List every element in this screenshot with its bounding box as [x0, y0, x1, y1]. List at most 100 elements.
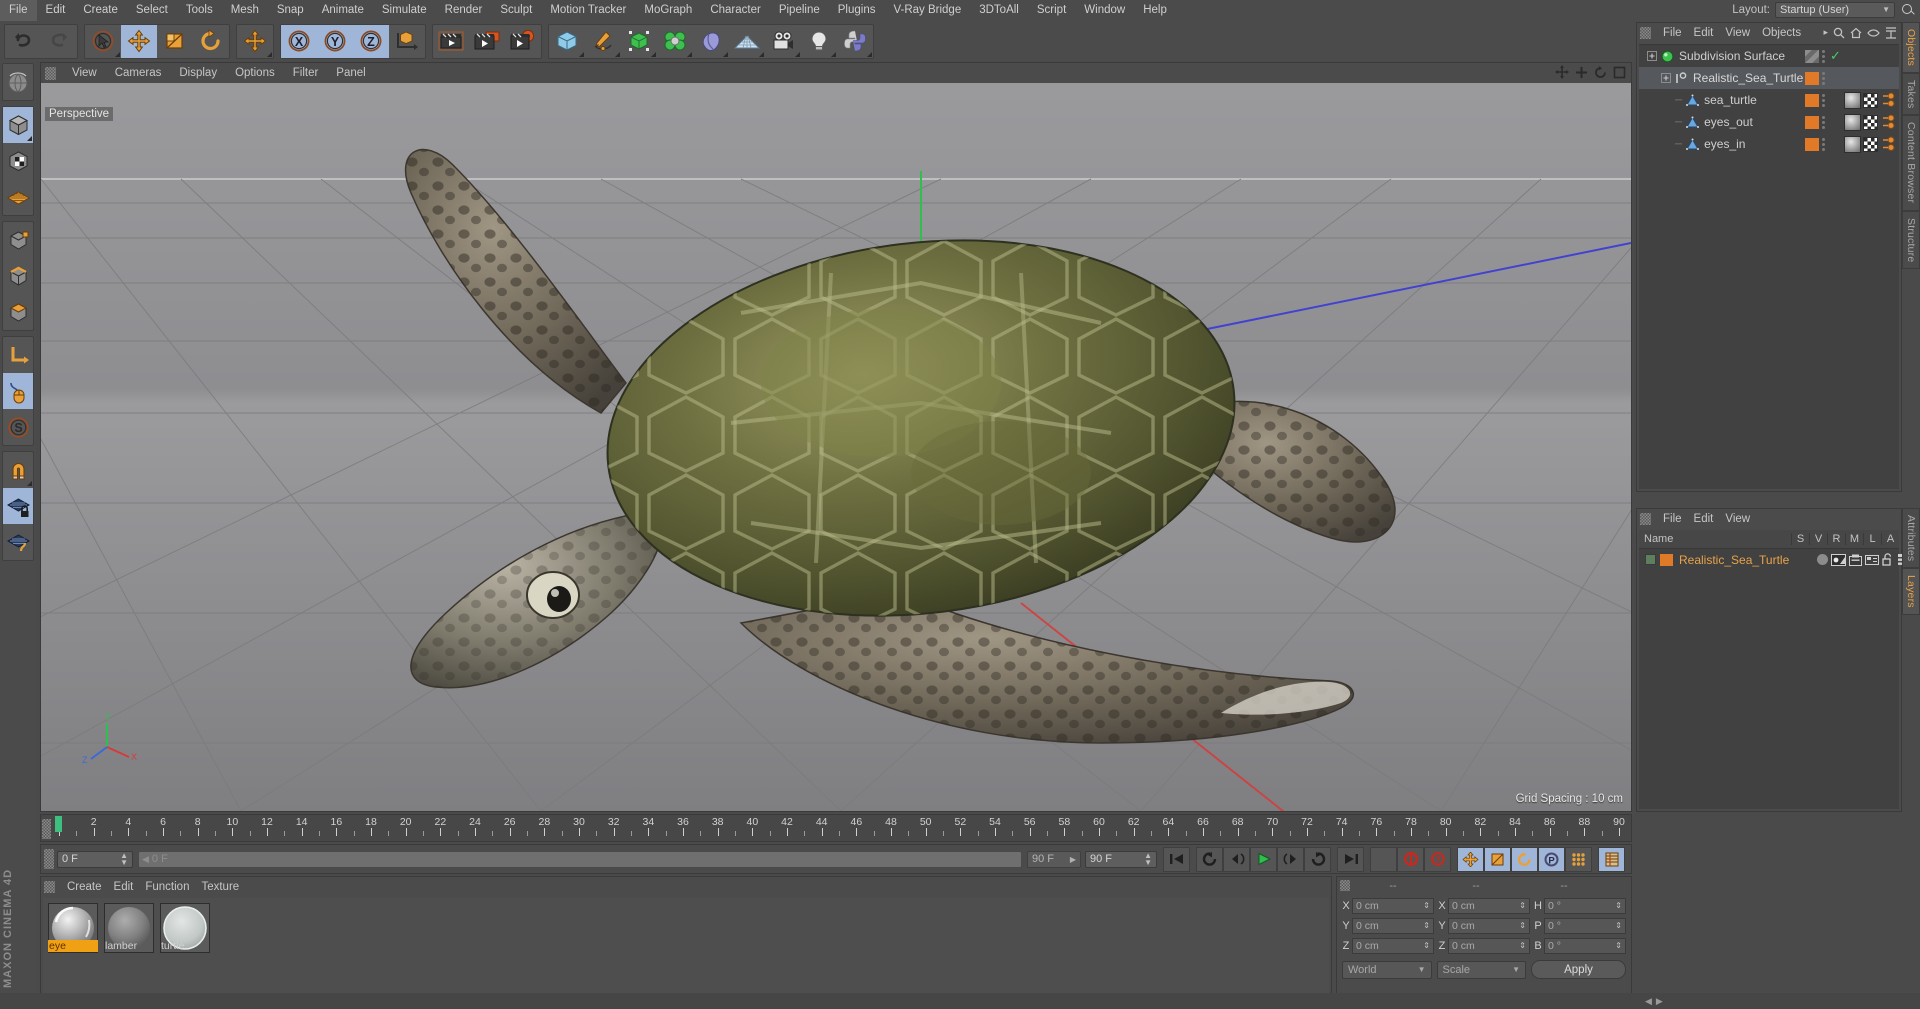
spinner-icon[interactable]: ⇕: [1519, 922, 1526, 930]
go-to-start-button[interactable]: [1163, 846, 1190, 872]
object-list[interactable]: Subdivision Surface ✓ Realistic_Sea_Turt…: [1639, 44, 1899, 489]
tool-options-corner[interactable]: [831, 51, 836, 57]
tool-options-corner[interactable]: [579, 51, 584, 57]
preview-range-end[interactable]: 90 F ▶: [1027, 850, 1081, 868]
undo-view-button[interactable]: [3, 64, 33, 100]
object-row-subdivision-surface[interactable]: Subdivision Surface ✓: [1639, 45, 1899, 67]
rotate-icon[interactable]: [1594, 65, 1607, 79]
texture-tag[interactable]: [1844, 135, 1861, 153]
rotation-h-field[interactable]: 0 ° ⇕: [1544, 897, 1626, 914]
tool-options-corner[interactable]: [115, 51, 120, 57]
spinner-icon[interactable]: ⇕: [1519, 902, 1526, 910]
lock-x-axis[interactable]: X: [281, 24, 317, 58]
add-cube-button[interactable]: [549, 25, 585, 58]
uvw-tag[interactable]: [1863, 136, 1878, 152]
object-dots-icon[interactable]: [1822, 93, 1825, 107]
workplane-align-button[interactable]: [3, 524, 33, 560]
menu-item-window[interactable]: Window: [1075, 0, 1134, 21]
autokeying-button[interactable]: [1397, 846, 1424, 872]
current-frame-field[interactable]: 0 F ▲ ▼: [57, 850, 133, 868]
maximize-icon[interactable]: [1613, 66, 1626, 79]
scrub-handle-icon[interactable]: ◀: [142, 854, 149, 865]
tool-options-corner[interactable]: [867, 51, 872, 57]
magnet-tool-button[interactable]: [3, 452, 33, 488]
workplane-lock-button[interactable]: [3, 488, 33, 524]
timeline-scrub-track[interactable]: ◀ 0 F: [138, 850, 1022, 868]
model-mode-button[interactable]: [3, 107, 33, 143]
render-view-button[interactable]: [433, 25, 469, 58]
tab-content-browser[interactable]: Content Browser: [1902, 115, 1920, 211]
object-color-chip[interactable]: [1805, 137, 1819, 151]
position-key-button[interactable]: [1457, 846, 1484, 872]
panel-grip-icon[interactable]: [45, 66, 56, 80]
viewport-menu-panel[interactable]: Panel: [327, 67, 374, 79]
layer-color-chip[interactable]: [1660, 553, 1673, 566]
menu-item-pipeline[interactable]: Pipeline: [770, 0, 829, 21]
viewport-menu-filter[interactable]: Filter: [284, 67, 328, 79]
object-color-chip[interactable]: [1805, 93, 1819, 107]
spinner-icon[interactable]: ⇕: [1615, 902, 1622, 910]
layout-icon[interactable]: [1885, 26, 1897, 39]
menu-item-select[interactable]: Select: [127, 0, 177, 21]
render-to-picture-viewer-button[interactable]: [469, 25, 505, 58]
objmgr-menu-view[interactable]: View: [1719, 27, 1756, 39]
menu-item-animate[interactable]: Animate: [313, 0, 373, 21]
undo-button[interactable]: [5, 25, 41, 58]
object-dots-icon[interactable]: [1822, 49, 1825, 63]
home-icon[interactable]: [1850, 27, 1862, 39]
edge-mode-button[interactable]: [3, 258, 33, 294]
viewport-menu-display[interactable]: Display: [170, 67, 226, 79]
uvw-tag[interactable]: [1863, 92, 1878, 108]
menu-item-plugins[interactable]: Plugins: [829, 0, 885, 21]
point-level-animation-button[interactable]: [1565, 846, 1592, 872]
lock-z-axis[interactable]: Z: [353, 24, 389, 58]
play-small-icon[interactable]: ▶: [1070, 855, 1076, 864]
spinner-icon[interactable]: ⇕: [1519, 942, 1526, 950]
spinner-icon[interactable]: ⇕: [1615, 922, 1622, 930]
status-scroll-left-icon[interactable]: ◀: [1645, 996, 1652, 1007]
world-axis-move-tool[interactable]: [237, 25, 273, 58]
object-dots-icon[interactable]: [1822, 71, 1825, 85]
panel-grip-icon[interactable]: [42, 819, 51, 839]
record-active-objects-button[interactable]: [1370, 846, 1397, 872]
spinner-icon[interactable]: ⇕: [1423, 942, 1430, 950]
scale-key-button[interactable]: [1484, 846, 1511, 872]
layer-expand-icon[interactable]: [1645, 554, 1656, 565]
object-row-eyes-out[interactable]: ─ eyes_out: [1639, 111, 1899, 133]
texture-tag[interactable]: [1844, 113, 1861, 131]
search-icon[interactable]: [1900, 2, 1916, 18]
tool-options-corner[interactable]: [651, 51, 656, 57]
lock-y-axis[interactable]: Y: [317, 24, 353, 58]
expand-toggle-icon[interactable]: [1661, 73, 1671, 83]
menu-item-script[interactable]: Script: [1028, 0, 1075, 21]
object-row-eyes-in[interactable]: ─ eyes_in: [1639, 133, 1899, 155]
live-selection-tool[interactable]: [85, 25, 121, 58]
rotate-tool[interactable]: [193, 25, 229, 58]
matmgr-menu-texture[interactable]: Texture: [195, 881, 245, 893]
menu-item-file[interactable]: File: [0, 0, 37, 21]
tool-options-corner[interactable]: [687, 51, 692, 57]
polygon-mode-button[interactable]: [3, 294, 33, 330]
panel-grip-icon[interactable]: [1340, 880, 1350, 891]
eye-icon[interactable]: [1867, 28, 1880, 38]
spinner-icon[interactable]: ▲ ▼: [120, 852, 128, 867]
play-button[interactable]: [1250, 846, 1277, 872]
menu-item-snap[interactable]: Snap: [268, 0, 313, 21]
panel-grip-icon[interactable]: [44, 880, 55, 893]
material-item-turtle[interactable]: turtle: [160, 903, 210, 953]
size-z-field[interactable]: 0 cm ⇕: [1448, 937, 1530, 954]
menu-item-mesh[interactable]: Mesh: [222, 0, 268, 21]
position-y-field[interactable]: 0 cm ⇕: [1352, 917, 1434, 934]
material-item-lamber[interactable]: lamber: [104, 903, 154, 953]
layermgr-menu-file[interactable]: File: [1657, 513, 1688, 525]
material-tag[interactable]: [1880, 114, 1896, 130]
coordinate-system-toggle[interactable]: [389, 25, 425, 58]
tool-options-corner[interactable]: [759, 51, 764, 57]
add-spline-button[interactable]: [585, 25, 621, 58]
panel-grip-icon[interactable]: [44, 849, 54, 869]
menu-item-character[interactable]: Character: [701, 0, 770, 21]
timeline-ticks[interactable]: 0246810121416182022242628303234363840424…: [53, 815, 1629, 842]
menu-item-edit[interactable]: Edit: [37, 0, 75, 21]
redo-button[interactable]: [41, 25, 77, 58]
position-x-field[interactable]: 0 cm ⇕: [1352, 897, 1434, 914]
